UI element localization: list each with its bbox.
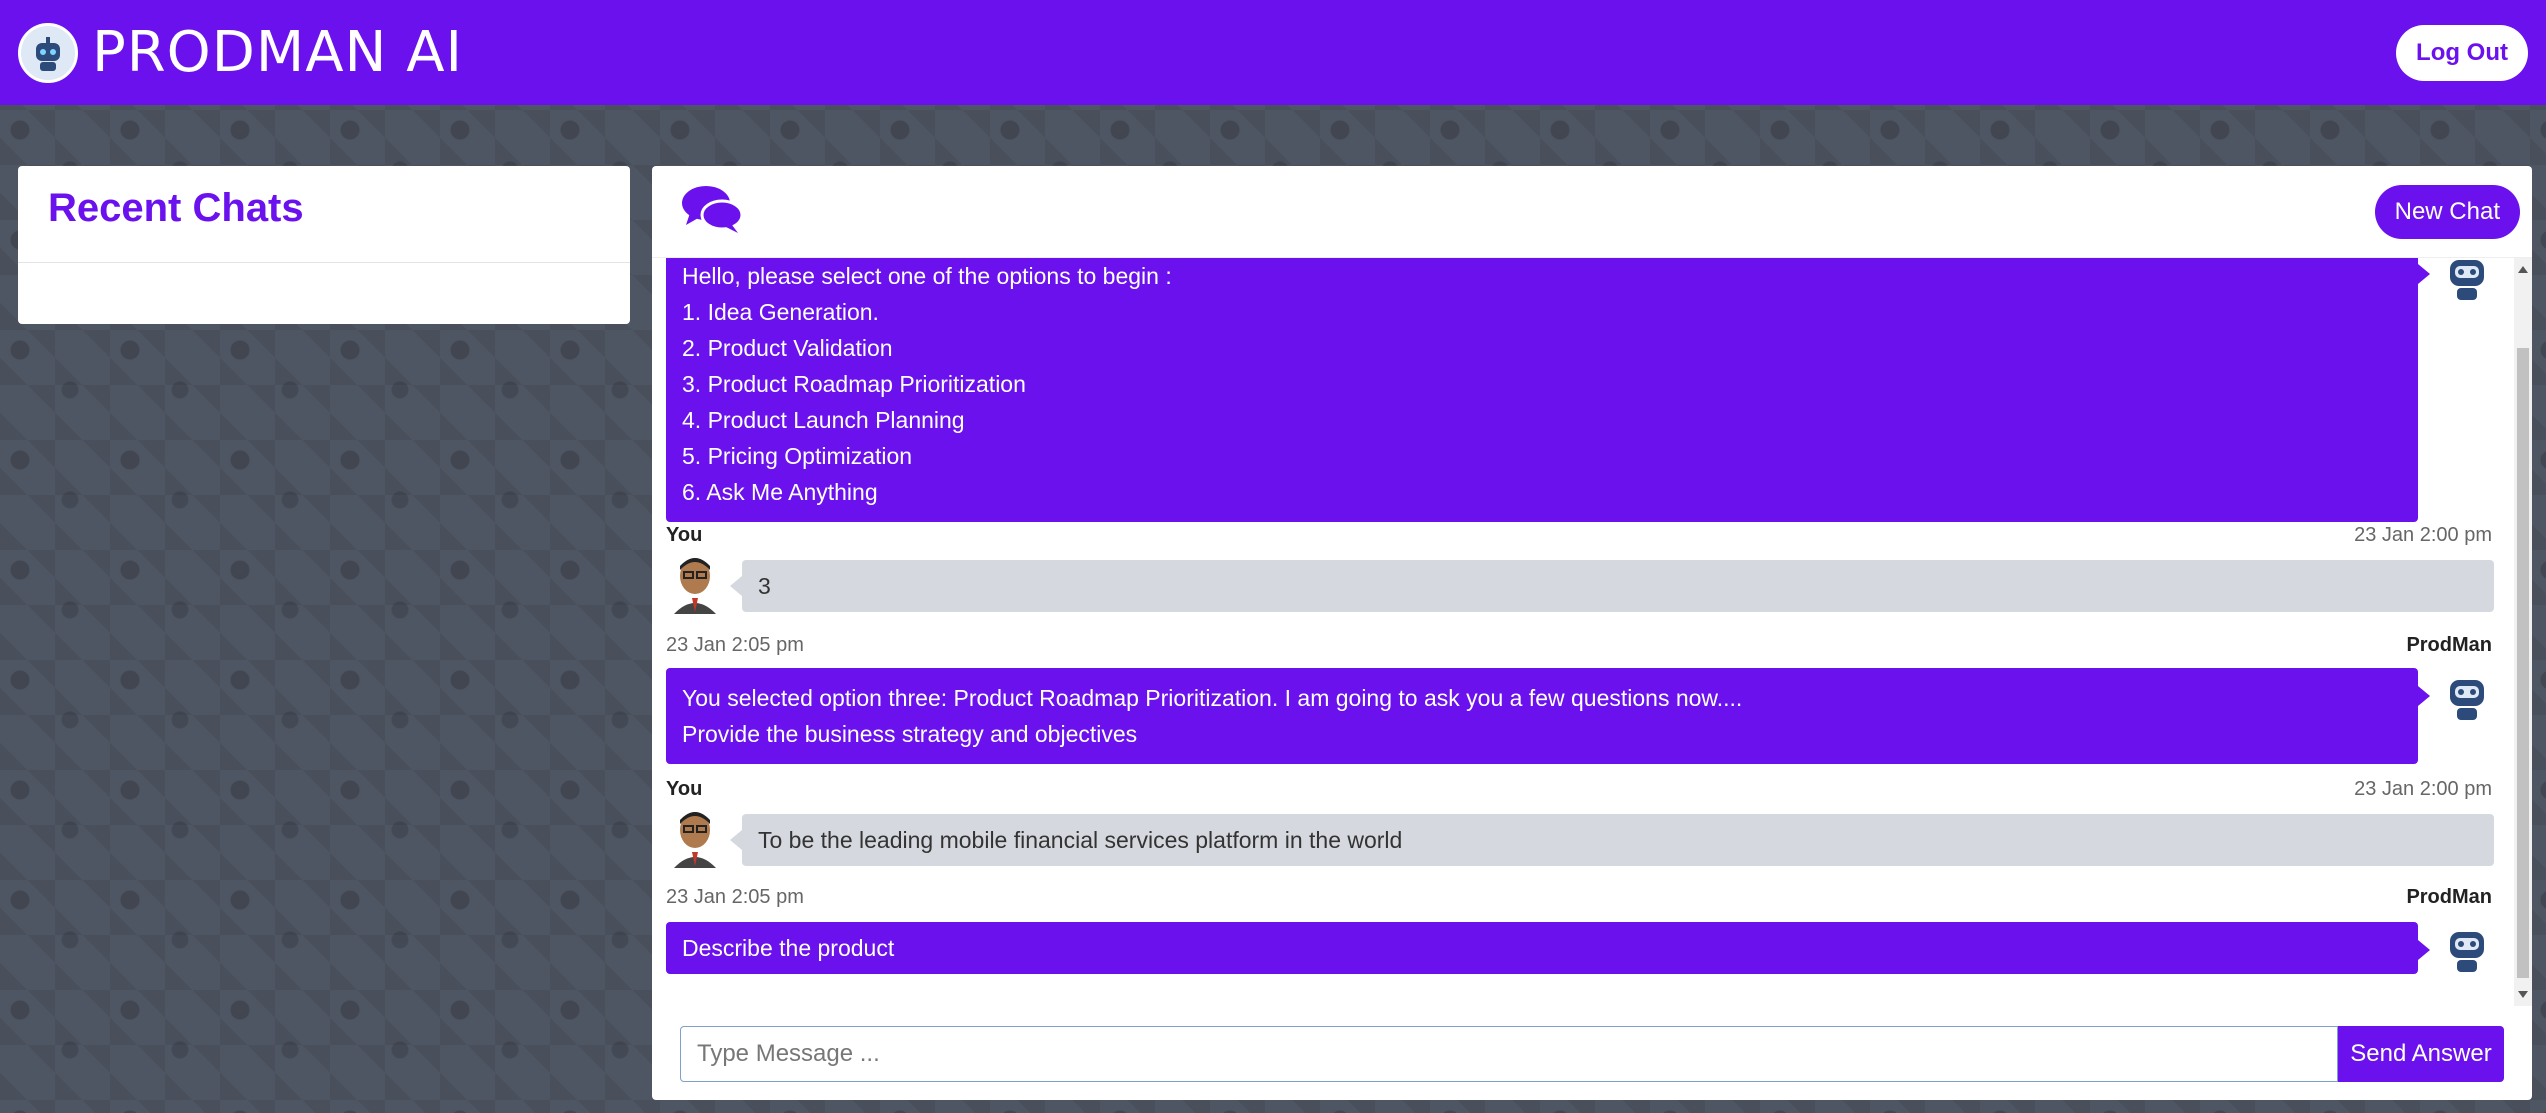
chat-panel: New Chat Hello, please select one of the… [652, 166, 2532, 1100]
scroll-down-icon[interactable] [2518, 991, 2528, 998]
message-time: 23 Jan 2:00 pm [2354, 524, 2492, 546]
user-message-bubble: To be the leading mobile financial servi… [730, 814, 2494, 866]
message-line: 4. Product Launch Planning [682, 407, 965, 433]
message-time: 23 Jan 2:05 pm [666, 886, 804, 908]
bot-message-bubble: You selected option three: Product Roadm… [666, 668, 2430, 764]
message-time: 23 Jan 2:05 pm [666, 634, 804, 656]
message-line: 1. Idea Generation. [682, 299, 879, 325]
message-line: 3. Product Roadmap Prioritization [682, 371, 1026, 397]
bot-avatar-icon [2442, 258, 2492, 304]
chat-bubbles-icon [680, 183, 744, 240]
send-answer-button[interactable]: Send Answer [2338, 1026, 2504, 1082]
sender-name: ProdMan [2406, 886, 2492, 908]
top-navbar: PRODMAN AI Log Out [0, 0, 2546, 105]
message-line: Describe the product [682, 935, 895, 961]
bot-message-bubble: Describe the product [666, 922, 2430, 974]
message-line: 2. Product Validation [682, 335, 893, 361]
brand: PRODMAN AI [18, 20, 463, 85]
recent-chats-title: Recent Chats [48, 186, 304, 230]
messages-scrollbar[interactable] [2514, 258, 2532, 1006]
message-line: You selected option three: Product Roadm… [682, 685, 1743, 711]
message-time: 23 Jan 2:00 pm [2354, 778, 2492, 800]
bot-avatar-icon [2442, 670, 2492, 724]
user-message-bubble: 3 [730, 560, 2494, 612]
bot-message-bubble: Hello, please select one of the options … [666, 258, 2430, 522]
new-chat-button[interactable]: New Chat [2374, 184, 2520, 239]
user-avatar-icon [668, 554, 722, 614]
robot-logo-icon [18, 22, 78, 83]
scroll-thumb[interactable] [2517, 348, 2529, 978]
chat-header: New Chat [652, 166, 2532, 258]
scroll-up-icon[interactable] [2518, 266, 2528, 273]
sender-name: You [666, 778, 703, 800]
bot-avatar-icon [2442, 922, 2492, 976]
app-title: PRODMAN AI [92, 20, 464, 85]
sender-name: You [666, 524, 703, 546]
message-line: 5. Pricing Optimization [682, 443, 913, 469]
user-avatar-icon [668, 808, 722, 868]
message-line: Hello, please select one of the options … [682, 263, 1172, 289]
recent-chats-header: Recent Chats [18, 166, 630, 263]
logout-button[interactable]: Log Out [2396, 24, 2528, 81]
sender-name: ProdMan [2406, 634, 2492, 656]
message-line: Provide the business strategy and object… [682, 721, 1138, 747]
message-input[interactable] [680, 1026, 2338, 1082]
composer: Send Answer [680, 1026, 2504, 1082]
message-line: 6. Ask Me Anything [682, 479, 878, 505]
recent-chats-panel: Recent Chats [18, 166, 630, 324]
messages-list[interactable]: Hello, please select one of the options … [652, 258, 2532, 1006]
